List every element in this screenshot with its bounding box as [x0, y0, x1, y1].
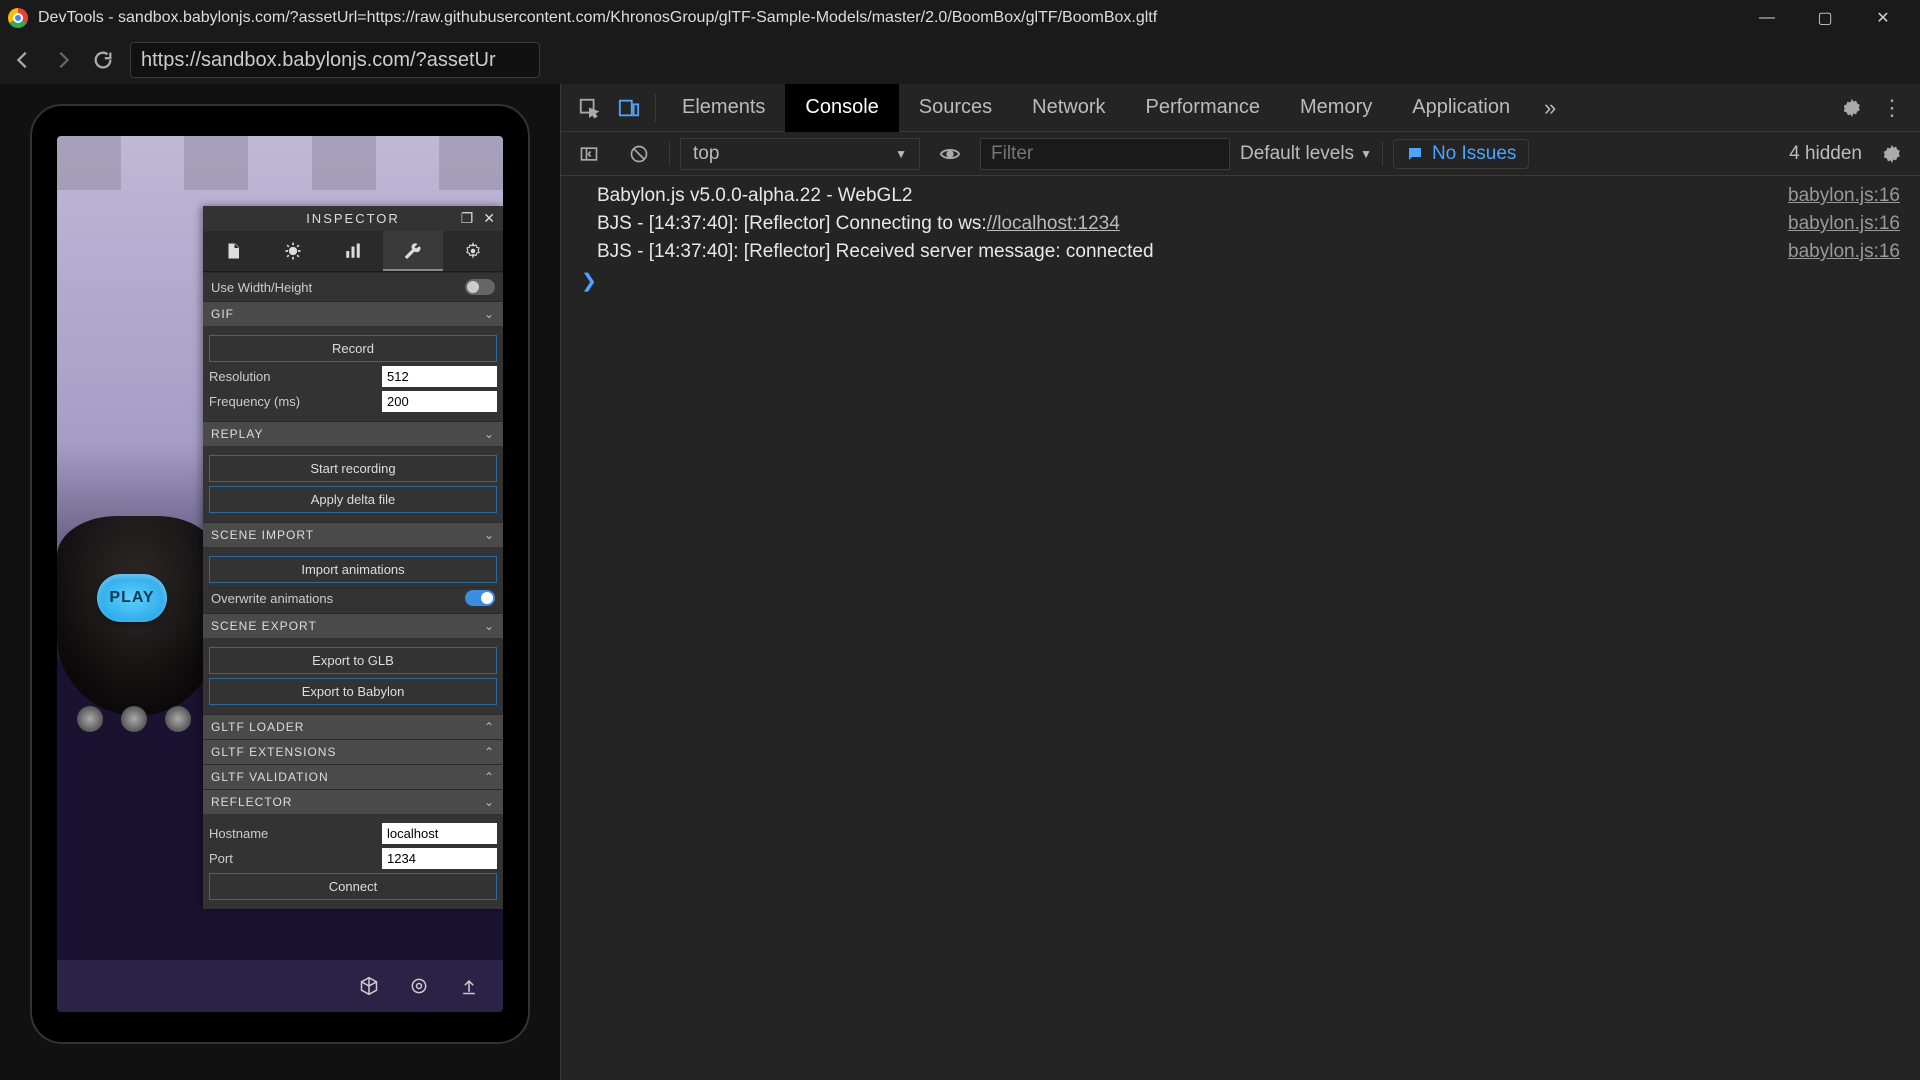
- section-gltf-validation[interactable]: GLTF VALIDATION⌃: [203, 764, 503, 789]
- inspector-title: INSPECTOR ❐ ✕: [203, 206, 503, 231]
- tab-tools[interactable]: [383, 231, 443, 271]
- console-settings-icon[interactable]: [1872, 134, 1912, 174]
- sidebar-toggle-icon[interactable]: [569, 134, 609, 174]
- issues-button[interactable]: No Issues: [1393, 139, 1529, 169]
- use-wh-toggle[interactable]: [465, 279, 495, 295]
- tab-memory[interactable]: Memory: [1280, 84, 1392, 132]
- close-icon[interactable]: ✕: [483, 210, 497, 227]
- gear-icon[interactable]: [1832, 88, 1872, 128]
- overwrite-toggle[interactable]: [465, 590, 495, 606]
- chevron-up-icon: ⌃: [484, 745, 495, 759]
- ws-link[interactable]: //localhost:1234: [987, 213, 1120, 234]
- hostname-input[interactable]: [382, 823, 497, 844]
- inspector-panel: INSPECTOR ❐ ✕ Use Width/: [203, 206, 503, 909]
- start-recording-button[interactable]: Start recording: [209, 455, 497, 482]
- tab-application[interactable]: Application: [1392, 84, 1530, 132]
- url-text: https://sandbox.babylonjs.com/?assetUr: [141, 49, 496, 72]
- devtools-pane: Elements Console Sources Network Perform…: [560, 84, 1920, 1080]
- chevron-down-icon: ⌄: [484, 795, 495, 809]
- popout-icon[interactable]: ❐: [461, 210, 476, 227]
- source-link[interactable]: babylon.js:16: [1788, 213, 1900, 235]
- live-expression-icon[interactable]: [930, 134, 970, 174]
- forward-button[interactable]: [50, 47, 76, 73]
- chevron-up-icon: ⌃: [484, 770, 495, 784]
- cube-icon[interactable]: [359, 976, 379, 996]
- connect-button[interactable]: Connect: [209, 873, 497, 900]
- inspect-element-icon[interactable]: [569, 88, 609, 128]
- record-button[interactable]: Record: [209, 335, 497, 362]
- tab-elements[interactable]: Elements: [662, 84, 785, 132]
- levels-select[interactable]: Default levels▼: [1240, 143, 1372, 165]
- export-babylon-button[interactable]: Export to Babylon: [209, 678, 497, 705]
- section-replay[interactable]: REPLAY⌄: [203, 421, 503, 446]
- device-frame: PLAY INSPECTOR ❐ ✕: [30, 104, 530, 1044]
- filter-input[interactable]: [980, 138, 1230, 170]
- frequency-input[interactable]: [382, 391, 497, 412]
- reload-button[interactable]: [90, 47, 116, 73]
- chrome-icon: [8, 8, 28, 28]
- section-scene-export[interactable]: SCENE EXPORT⌄: [203, 613, 503, 638]
- sandbox-viewport[interactable]: PLAY INSPECTOR ❐ ✕: [57, 136, 503, 1012]
- upload-icon[interactable]: [459, 976, 479, 996]
- devtools-tabbar: Elements Console Sources Network Perform…: [561, 84, 1920, 132]
- maximize-button[interactable]: ▢: [1796, 0, 1854, 36]
- sandbox-bottombar: [57, 960, 503, 1012]
- back-button[interactable]: [10, 47, 36, 73]
- apply-delta-button[interactable]: Apply delta file: [209, 486, 497, 513]
- console-output[interactable]: Babylon.js v5.0.0-alpha.22 - WebGL2 baby…: [561, 176, 1920, 1080]
- section-gif[interactable]: GIF⌄: [203, 301, 503, 326]
- use-width-height-row: Use Width/Height: [203, 272, 503, 301]
- chevron-down-icon: ⌄: [484, 619, 495, 633]
- browser-toolbar: https://sandbox.babylonjs.com/?assetUr: [0, 36, 1920, 84]
- window-titlebar: DevTools - sandbox.babylonjs.com/?assetU…: [0, 0, 1920, 36]
- clear-console-icon[interactable]: [619, 134, 659, 174]
- port-input[interactable]: [382, 848, 497, 869]
- window-title: DevTools - sandbox.babylonjs.com/?assetU…: [38, 9, 1157, 27]
- tab-console[interactable]: Console: [785, 84, 898, 132]
- tab-properties[interactable]: [203, 231, 263, 271]
- tab-performance[interactable]: Performance: [1126, 84, 1281, 132]
- close-button[interactable]: ✕: [1854, 0, 1912, 36]
- chevron-up-icon: ⌃: [484, 720, 495, 734]
- resolution-input[interactable]: [382, 366, 497, 387]
- log-line: BJS - [14:37:40]: [Reflector] Received s…: [561, 238, 1920, 266]
- chevron-down-icon: ⌄: [484, 528, 495, 542]
- section-scene-import[interactable]: SCENE IMPORT⌄: [203, 522, 503, 547]
- section-reflector[interactable]: REFLECTOR⌄: [203, 789, 503, 814]
- tab-sources[interactable]: Sources: [899, 84, 1012, 132]
- source-link[interactable]: babylon.js:16: [1788, 241, 1900, 263]
- export-glb-button[interactable]: Export to GLB: [209, 647, 497, 674]
- context-select[interactable]: top▼: [680, 138, 920, 170]
- import-animations-button[interactable]: Import animations: [209, 556, 497, 583]
- model-feet: [77, 706, 191, 732]
- tab-settings[interactable]: [443, 231, 503, 271]
- loading-strip: [57, 136, 503, 190]
- address-bar[interactable]: https://sandbox.babylonjs.com/?assetUr: [130, 42, 540, 78]
- chevron-down-icon: ⌄: [484, 307, 495, 321]
- chevron-down-icon: ⌄: [484, 427, 495, 441]
- minimize-button[interactable]: —: [1738, 0, 1796, 36]
- more-tabs-icon[interactable]: »: [1530, 88, 1570, 128]
- hidden-count[interactable]: 4 hidden: [1789, 143, 1862, 165]
- kebab-icon[interactable]: ⋮: [1872, 88, 1912, 128]
- console-prompt[interactable]: ❯: [561, 266, 1920, 297]
- tab-debug[interactable]: [263, 231, 323, 271]
- log-line: Babylon.js v5.0.0-alpha.22 - WebGL2 baby…: [561, 182, 1920, 210]
- device-toggle-icon[interactable]: [609, 88, 649, 128]
- section-gltf-loader[interactable]: GLTF LOADER⌃: [203, 714, 503, 739]
- inspector-tabs: [203, 231, 503, 272]
- log-line: BJS - [14:37:40]: [Reflector] Connecting…: [561, 210, 1920, 238]
- tab-network[interactable]: Network: [1012, 84, 1125, 132]
- play-button[interactable]: PLAY: [97, 574, 167, 622]
- target-icon[interactable]: [409, 976, 429, 996]
- section-gltf-extensions[interactable]: GLTF EXTENSIONS⌃: [203, 739, 503, 764]
- console-toolbar: top▼ Default levels▼ No Issues 4 hidden: [561, 132, 1920, 176]
- device-preview-pane: PLAY INSPECTOR ❐ ✕: [0, 84, 560, 1080]
- tab-stats[interactable]: [323, 231, 383, 271]
- source-link[interactable]: babylon.js:16: [1788, 185, 1900, 207]
